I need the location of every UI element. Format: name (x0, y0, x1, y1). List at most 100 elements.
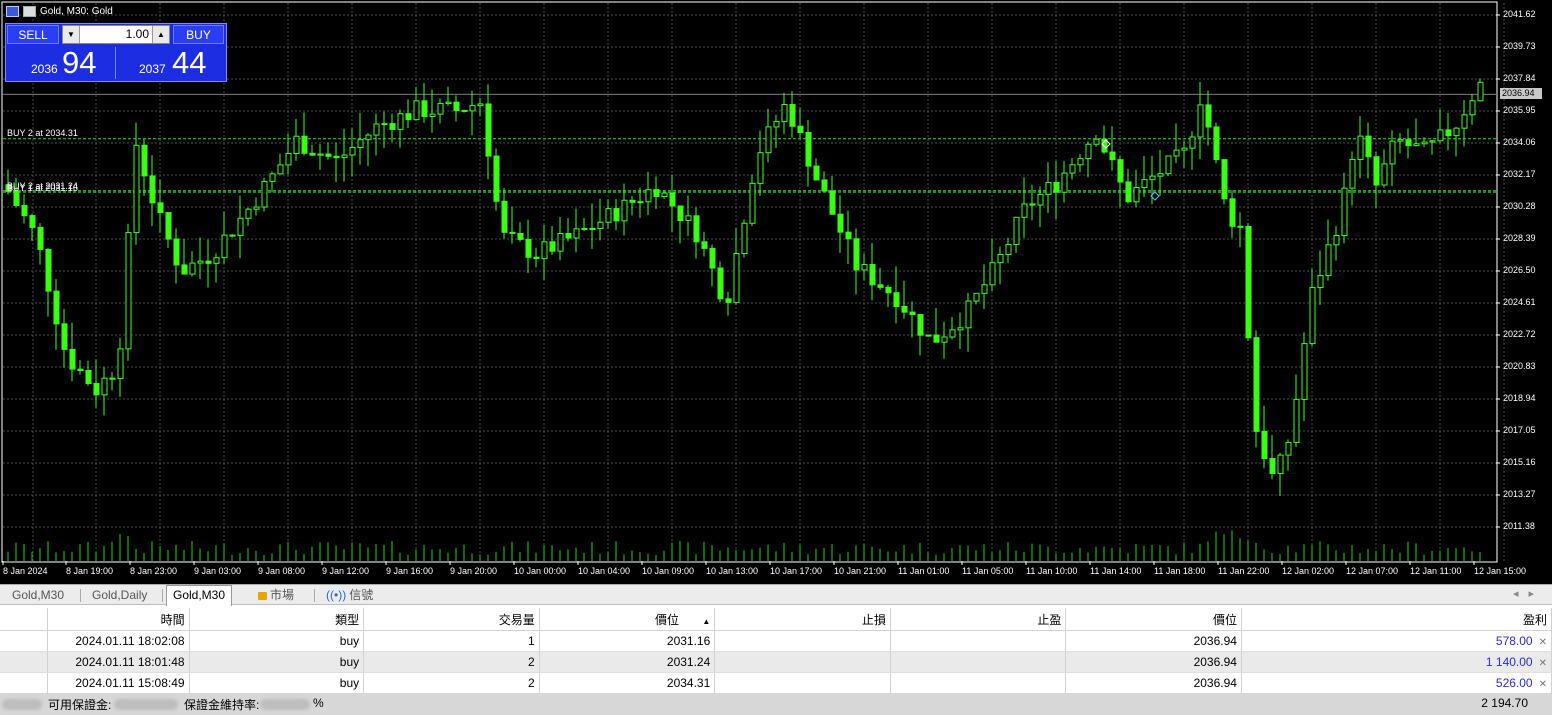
tab-gold-m30[interactable]: Gold,M30 (6, 586, 70, 604)
column-ticket[interactable] (0, 608, 49, 631)
profit-value: 1 140.00 (1485, 655, 1533, 669)
x-tick-label: 11 Jan 18:00 (1154, 566, 1206, 576)
lot-decrease-icon[interactable]: ▼ (63, 26, 80, 43)
cell-stop-loss[interactable] (714, 672, 891, 694)
sell-price[interactable]: 2036 94 (7, 45, 116, 80)
buy-button[interactable]: BUY (173, 25, 224, 44)
candle-body (557, 233, 564, 252)
buy-price[interactable]: 2037 44 (117, 45, 224, 80)
table-row[interactable]: 2024.01.11 15:08:49 buy 2 2034.31 2036.9… (0, 672, 1552, 694)
close-position-icon[interactable]: ✕ (1539, 658, 1547, 669)
candle-body (325, 153, 332, 157)
candle-body (293, 135, 300, 155)
tab-gold-m30-active[interactable]: Gold,M30 (166, 585, 233, 606)
candle-body (893, 292, 900, 307)
x-tick-label: 8 Jan 2024 (3, 566, 48, 576)
column-volume[interactable]: 交易量 (363, 608, 540, 631)
y-tick-label: 2024.61 (1503, 297, 1536, 307)
candle-body (525, 238, 532, 258)
lot-size-value[interactable]: 1.00 (126, 27, 149, 41)
candle-body (237, 217, 244, 236)
cell-profit: 578.00 ✕ (1241, 630, 1552, 652)
x-tick-label: 8 Jan 19:00 (66, 566, 114, 576)
candle-body (645, 189, 652, 203)
candle-body (357, 139, 364, 148)
price-chart[interactable]: Gold, M30: Gold SELL ▼ 1.00 ▲ BUY 2036 9… (0, 0, 1552, 584)
cell-type: buy (189, 672, 365, 694)
table-row[interactable]: 2024.01.11 18:01:48 buy 2 2031.24 2036.9… (0, 651, 1552, 673)
column-time[interactable]: 時間 (47, 608, 190, 631)
candle-body (597, 221, 604, 229)
candle-body (85, 370, 92, 385)
candle-body (1437, 129, 1444, 142)
candle-body (365, 134, 372, 141)
candle-body (885, 286, 892, 294)
candle-body (829, 190, 836, 215)
cell-stop-loss[interactable] (714, 651, 891, 673)
column-type[interactable]: 類型 (189, 608, 365, 631)
candle-body (197, 260, 204, 264)
cell-price: 2031.16 (539, 630, 716, 652)
buy-price-prefix: 2037 (139, 62, 166, 76)
close-position-icon[interactable]: ✕ (1539, 679, 1547, 690)
candle-body (1117, 159, 1124, 183)
buy-price-pips: 44 (172, 45, 207, 80)
lot-size-stepper[interactable]: ▼ 1.00 ▲ (62, 25, 170, 44)
y-tick-label: 2030.28 (1503, 201, 1536, 211)
candle-body (861, 264, 868, 271)
cell-take-profit[interactable] (890, 630, 1067, 652)
candle-body (397, 113, 404, 130)
table-row[interactable]: 2024.01.11 18:02:08 buy 1 2031.16 2036.9… (0, 630, 1552, 652)
cell-stop-loss[interactable] (714, 630, 891, 652)
candle-body (1181, 147, 1188, 151)
column-price[interactable]: 價位 ▲ (539, 608, 716, 631)
column-price-label: 價位 (655, 612, 680, 627)
candle-body (725, 298, 732, 303)
x-tick-label: 10 Jan 09:00 (642, 566, 695, 576)
sell-button[interactable]: SELL (7, 25, 59, 44)
candle-body (901, 305, 908, 313)
tab-signals[interactable]: ((•)) 信號 (320, 586, 379, 604)
candle-body (613, 208, 620, 222)
cell-take-profit[interactable] (890, 651, 1067, 673)
candle-body (965, 300, 972, 329)
close-position-icon[interactable]: ✕ (1539, 637, 1547, 648)
candle-body (853, 238, 860, 271)
candle-body (1125, 181, 1132, 203)
candle-body (389, 123, 396, 130)
candle-body (445, 101, 452, 104)
tab-signals-label: 信號 (349, 588, 374, 602)
column-take-profit[interactable]: 止盈 (890, 608, 1067, 631)
candle-body (941, 336, 948, 343)
y-tick-label: 2028.39 (1503, 233, 1536, 243)
tab-gold-daily[interactable]: Gold,Daily (86, 586, 153, 604)
chart-canvas[interactable] (0, 0, 1552, 584)
candle-body (301, 135, 308, 154)
column-stop-loss[interactable]: 止損 (714, 608, 891, 631)
candle-body (509, 231, 516, 234)
window-icon (6, 6, 19, 17)
candle-body (341, 154, 348, 159)
row-marker (0, 672, 49, 694)
candle-body (733, 252, 740, 303)
tab-market[interactable]: 市場 (252, 586, 300, 604)
candle-body (93, 383, 100, 396)
x-tick-label: 8 Jan 23:00 (130, 566, 178, 576)
candle-body (1061, 172, 1068, 193)
candle-body (437, 102, 444, 115)
candle-body (877, 284, 884, 288)
candle-body (453, 101, 460, 111)
y-tick-label: 2032.17 (1503, 169, 1536, 179)
cell-profit: 526.00 ✕ (1241, 672, 1552, 694)
lot-increase-icon[interactable]: ▲ (152, 26, 169, 43)
y-tick-label: 2034.06 (1503, 137, 1536, 147)
column-profit[interactable]: 盈利 (1241, 608, 1552, 631)
candle-body (1109, 151, 1116, 161)
profit-value: 578.00 (1495, 634, 1533, 648)
candle-body (165, 212, 172, 240)
tab-scroll-icons[interactable]: ◂▸ (1513, 587, 1544, 600)
cell-take-profit[interactable] (890, 672, 1067, 694)
free-margin-label: 可用保證金: (48, 698, 112, 712)
x-tick-label: 12 Jan 15:00 (1474, 566, 1527, 576)
column-current-price[interactable]: 價位 (1065, 608, 1242, 631)
